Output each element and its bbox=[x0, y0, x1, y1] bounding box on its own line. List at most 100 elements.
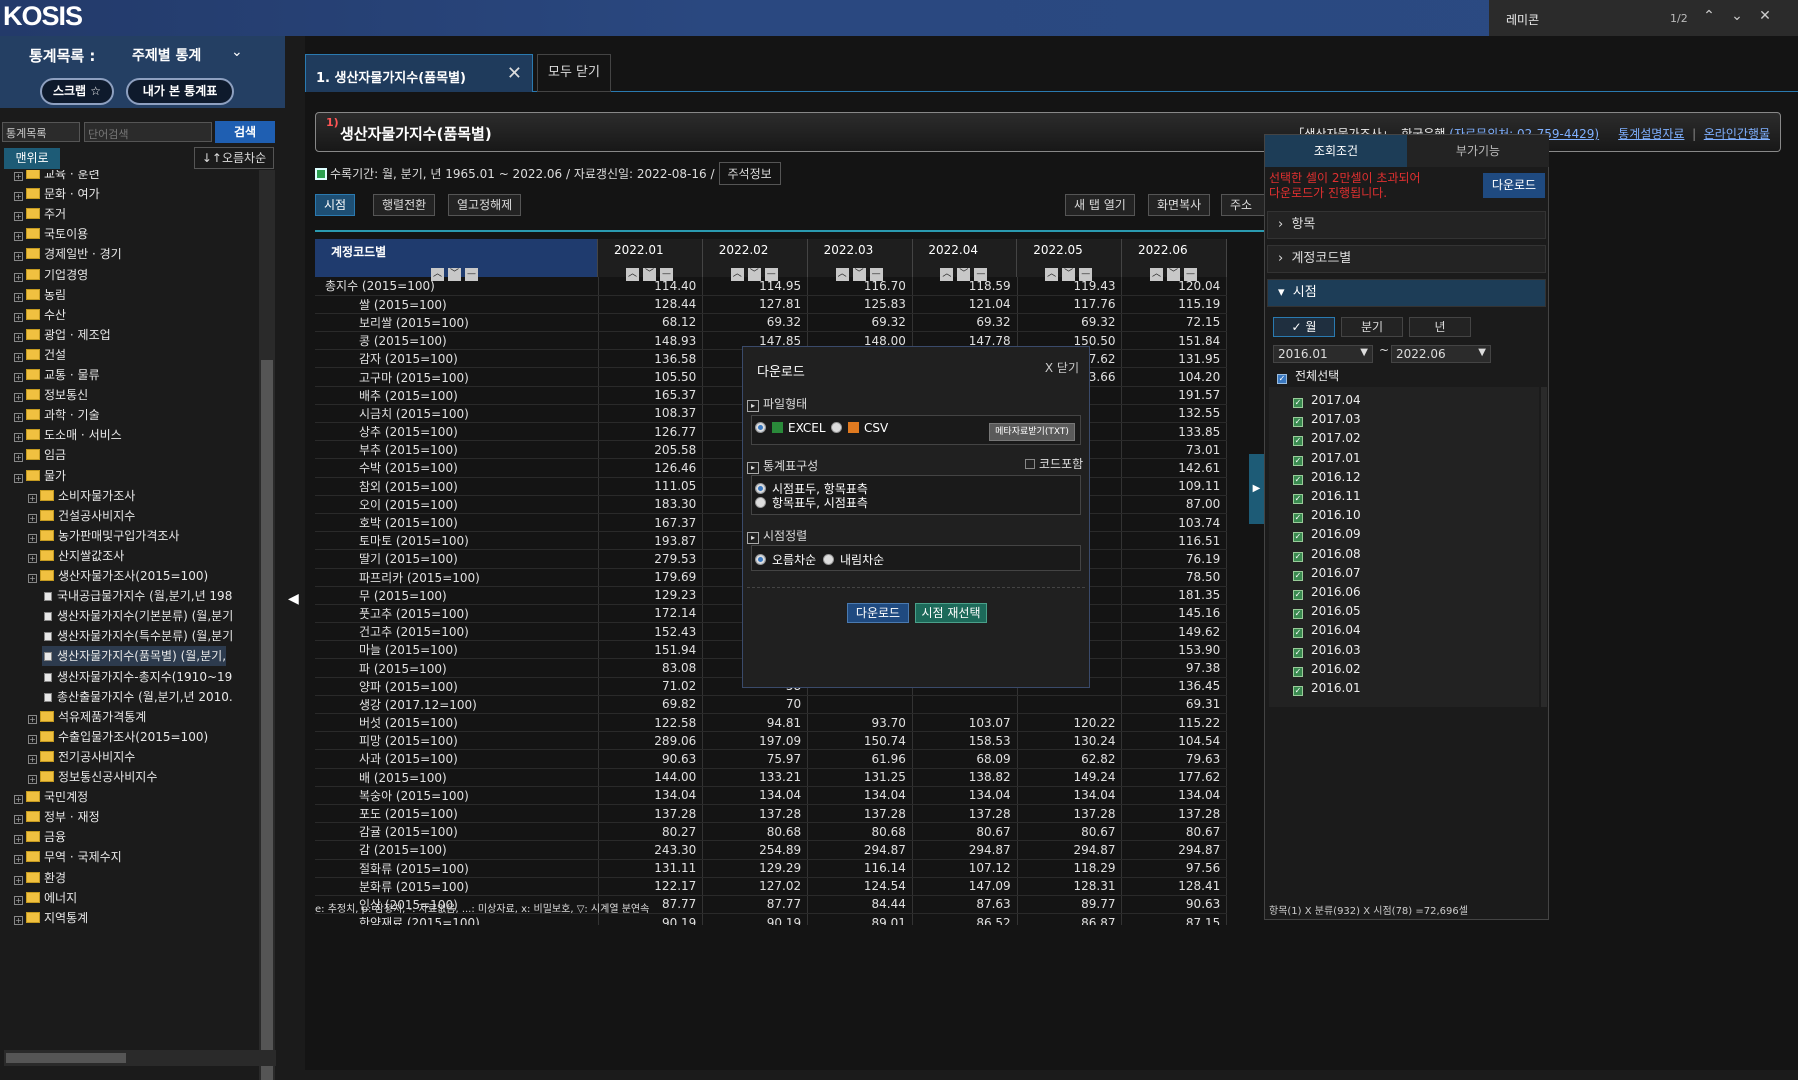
tree-item[interactable]: + 교육 · 훈련 bbox=[14, 170, 100, 184]
month-checkbox[interactable]: ✓ 2016.02 bbox=[1293, 662, 1361, 681]
month-list-scrollbar[interactable] bbox=[1541, 387, 1547, 707]
table-row[interactable]: 절화류 (2015=100) 131.11 129.29 116.14 107.12 11… bbox=[315, 859, 1227, 878]
expand-icon[interactable]: + bbox=[28, 553, 37, 563]
data-cell[interactable]: 97.38 bbox=[1121, 658, 1227, 678]
data-cell[interactable]: 80.67 bbox=[1121, 822, 1227, 842]
table-row[interactable]: 총지수 (2015=100) 114.40 114.95 116.70 118.59 11… bbox=[315, 277, 1227, 296]
data-cell[interactable]: 122.58 bbox=[598, 713, 704, 733]
data-cell[interactable]: 142.61 bbox=[1121, 458, 1227, 478]
column-sort-controls[interactable]: ︿ ﹀ — bbox=[1150, 261, 1201, 281]
search-input[interactable]: 단어검색 bbox=[84, 122, 212, 142]
data-cell[interactable]: 114.40 bbox=[598, 277, 704, 296]
check-icon[interactable]: ✓ bbox=[1293, 628, 1303, 639]
tree-item[interactable]: 생산자물가지수(특수분류) (월,분기 bbox=[42, 626, 233, 646]
data-cell[interactable]: 87.00 bbox=[1121, 495, 1227, 514]
expand-icon[interactable]: + bbox=[28, 574, 37, 583]
close-all-tabs-button[interactable]: 모두 닫기 bbox=[537, 54, 611, 92]
check-icon[interactable]: ✓ bbox=[1293, 513, 1303, 524]
data-cell[interactable]: 126.77 bbox=[598, 422, 704, 442]
tree-item[interactable]: + 정보통신공사비지수 bbox=[28, 767, 157, 787]
data-cell[interactable]: 130.24 bbox=[1017, 731, 1123, 751]
data-cell[interactable]: 86.52 bbox=[912, 913, 1018, 925]
data-cell[interactable]: 294.87 bbox=[1121, 840, 1227, 860]
data-cell[interactable]: 279.53 bbox=[598, 549, 704, 569]
check-icon[interactable]: ✓ bbox=[1293, 666, 1303, 677]
data-cell[interactable]: 61.96 bbox=[807, 749, 913, 769]
tree-item[interactable]: + 주거 bbox=[14, 204, 66, 224]
data-cell[interactable]: 243.30 bbox=[598, 840, 704, 860]
data-cell[interactable]: 73.01 bbox=[1121, 440, 1227, 460]
data-cell[interactable]: 136.45 bbox=[1121, 677, 1227, 696]
data-cell[interactable]: 68.12 bbox=[598, 313, 704, 333]
check-icon[interactable]: ✓ bbox=[1293, 609, 1303, 620]
expand-icon[interactable]: + bbox=[14, 413, 23, 423]
tree-item[interactable]: 총산출물가지수 (월,분기,년 2010. bbox=[42, 687, 233, 707]
tree-item[interactable]: + 석유제품가격통계 bbox=[28, 707, 146, 727]
data-cell[interactable]: 62.82 bbox=[1017, 749, 1123, 769]
data-cell[interactable]: 115.19 bbox=[1121, 295, 1227, 314]
table-row[interactable]: 감귤 (2015=100) 80.27 80.68 80.68 80.67 80.67 80… bbox=[315, 822, 1227, 842]
sort-ascending-button[interactable]: ↓↑오름차순 bbox=[194, 147, 274, 169]
dialog-close-button[interactable]: X 닫기 bbox=[1045, 359, 1079, 376]
month-checkbox[interactable]: ✓ 2016.08 bbox=[1293, 547, 1361, 566]
download-button[interactable]: 다운로드 bbox=[1483, 173, 1545, 198]
table-row[interactable]: 보리쌀 (2015=100) 68.12 69.32 69.32 69.32 69.32 7… bbox=[315, 313, 1227, 333]
metadata-download-button[interactable]: 메타자료받기(TXT) bbox=[989, 423, 1075, 441]
month-checkbox[interactable]: ✓ 2017.04 bbox=[1293, 393, 1361, 412]
tree-item[interactable]: + 에너지 bbox=[14, 888, 77, 908]
table-row[interactable]: 쌀 (2015=100) 128.44 127.81 125.83 121.04 117.… bbox=[315, 295, 1227, 314]
expand-icon[interactable]: + bbox=[28, 734, 37, 744]
data-cell[interactable]: 158.53 bbox=[912, 731, 1018, 751]
data-cell[interactable]: 69.32 bbox=[1017, 313, 1123, 333]
data-cell[interactable]: 148.93 bbox=[598, 331, 704, 351]
column-sort-controls[interactable]: ︿ ﹀ — bbox=[626, 261, 677, 281]
tree-item[interactable]: + 농가판매및구입가격조사 bbox=[28, 526, 179, 546]
tree-item[interactable]: + 금융 bbox=[14, 827, 66, 847]
data-cell[interactable]: 150.74 bbox=[807, 731, 913, 751]
tree-item[interactable]: 생산자물가지수(기본분류) (월,분기 bbox=[42, 606, 233, 626]
data-cell[interactable]: 69.31 bbox=[1121, 695, 1227, 715]
check-icon[interactable]: ✓ bbox=[1293, 398, 1303, 408]
row-header-sort[interactable]: ︿ ﹀ — bbox=[431, 261, 482, 281]
tree-item[interactable]: + 국토이용 bbox=[14, 224, 88, 244]
online-publication-link[interactable]: 온라인간행물 bbox=[1704, 127, 1770, 141]
data-cell[interactable]: 69.32 bbox=[807, 313, 913, 333]
expand-icon[interactable]: + bbox=[14, 795, 23, 805]
tree-item[interactable]: 생산자물가지수(품목별) (월,분기, bbox=[42, 646, 227, 667]
data-cell[interactable]: 86.87 bbox=[1017, 913, 1123, 925]
pivot-button[interactable]: 행렬전환 bbox=[373, 194, 436, 216]
month-checkbox[interactable]: ✓ 2016.10 bbox=[1293, 508, 1361, 527]
data-cell[interactable]: 128.41 bbox=[1121, 877, 1227, 896]
check-icon[interactable]: ✓ bbox=[1293, 570, 1303, 581]
data-cell[interactable]: 126.46 bbox=[598, 458, 704, 478]
expand-icon[interactable]: + bbox=[14, 252, 23, 262]
data-cell[interactable]: 104.54 bbox=[1121, 731, 1227, 751]
data-cell[interactable]: 131.25 bbox=[807, 768, 913, 787]
tree-item[interactable]: + 산지쌀값조사 bbox=[28, 546, 124, 566]
table-row[interactable]: 포도 (2015=100) 137.28 137.28 137.28 137.28 137… bbox=[315, 804, 1227, 824]
month-checkbox[interactable]: ✓ 2016.11 bbox=[1293, 489, 1361, 508]
check-icon[interactable]: ✓ bbox=[1293, 474, 1303, 485]
data-cell[interactable]: 137.28 bbox=[598, 804, 704, 824]
check-icon[interactable]: ✓ bbox=[1293, 494, 1303, 504]
data-cell[interactable]: 69.32 bbox=[912, 313, 1018, 333]
data-cell[interactable]: 145.16 bbox=[1121, 604, 1227, 624]
data-cell[interactable]: 71.02 bbox=[598, 677, 704, 696]
data-cell[interactable] bbox=[807, 695, 913, 715]
month-checkbox[interactable]: ✓ 2016.06 bbox=[1293, 585, 1361, 604]
search-button[interactable]: 검색 bbox=[215, 121, 275, 143]
month-checkbox[interactable]: ✓ 2016.04 bbox=[1293, 623, 1361, 642]
tree-horizontal-scrollbar[interactable] bbox=[4, 1050, 276, 1066]
expand-icon[interactable]: + bbox=[14, 875, 23, 885]
data-cell[interactable]: 90.63 bbox=[598, 749, 704, 769]
data-cell[interactable]: 90.63 bbox=[1121, 895, 1227, 915]
expand-icon[interactable]: + bbox=[14, 192, 23, 202]
data-cell[interactable]: 294.87 bbox=[1017, 840, 1123, 860]
code-include-checkbox[interactable]: 코드포함 bbox=[1025, 455, 1083, 472]
data-cell[interactable]: 111.05 bbox=[598, 477, 704, 496]
data-cell[interactable]: 114.95 bbox=[702, 277, 809, 296]
period-month-tab[interactable]: ✓ 월 bbox=[1273, 317, 1335, 337]
data-cell[interactable]: 137.28 bbox=[807, 804, 913, 824]
data-cell[interactable]: 118.59 bbox=[912, 277, 1018, 296]
data-cell[interactable]: 116.70 bbox=[807, 277, 913, 296]
